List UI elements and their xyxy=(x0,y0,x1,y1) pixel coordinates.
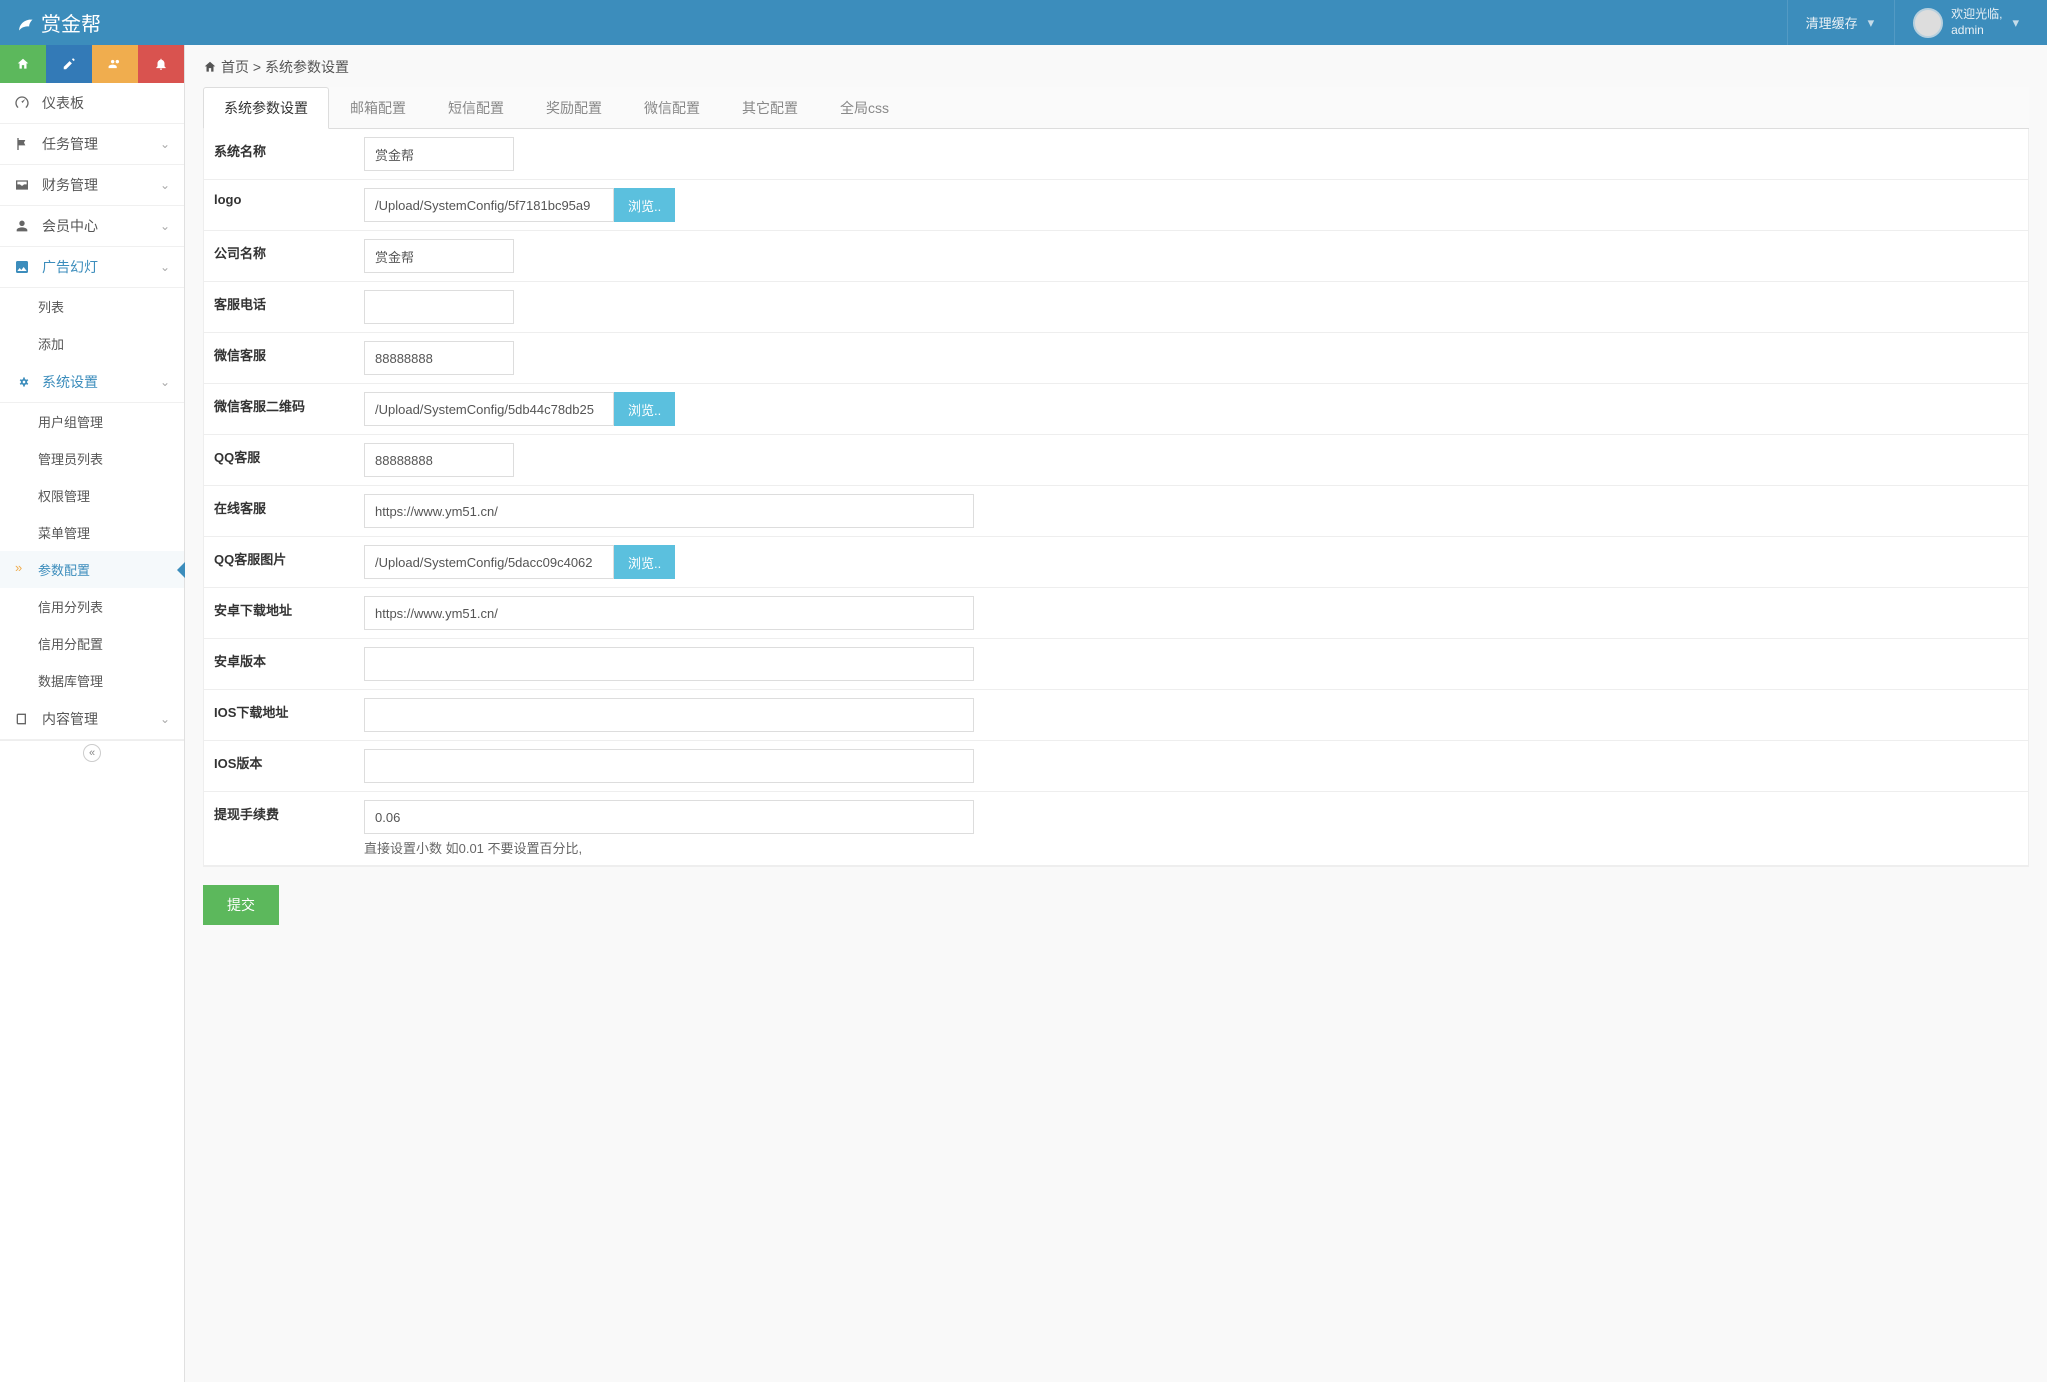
sidebar-item-content[interactable]: 内容管理 ⌄ xyxy=(0,699,184,740)
label-fee: 提现手续费 xyxy=(204,792,354,865)
sidebar-item-ads[interactable]: 广告幻灯 ⌄ xyxy=(0,247,184,288)
input-fee[interactable] xyxy=(364,800,974,834)
label-qqimg: QQ客服图片 xyxy=(204,537,354,587)
sidebar-item-finance[interactable]: 财务管理 ⌄ xyxy=(0,165,184,206)
label-qq: QQ客服 xyxy=(204,435,354,485)
chevron-down-icon: ⌄ xyxy=(160,712,170,726)
input-qqimg[interactable] xyxy=(364,545,614,579)
sidebar: 仪表板 任务管理 ⌄ 财务管理 ⌄ 会员中心 ⌄ 广告幻灯 ⌄ 列表 添加 系 xyxy=(0,45,185,1382)
top-header: 赏金帮 清理缓存 ▾ 欢迎光临, admin ▾ xyxy=(0,0,2047,45)
brand-logo[interactable]: 赏金帮 xyxy=(0,0,116,45)
label-sys-name: 系统名称 xyxy=(204,129,354,179)
sidebar-item-member[interactable]: 会员中心 ⌄ xyxy=(0,206,184,247)
welcome-text: 欢迎光临, admin xyxy=(1951,7,2002,38)
submit-button[interactable]: 提交 xyxy=(203,885,279,925)
dashboard-icon xyxy=(14,95,34,111)
alert-button[interactable] xyxy=(138,45,184,83)
avatar xyxy=(1913,8,1943,38)
home-button[interactable] xyxy=(0,45,46,83)
label-phone: 客服电话 xyxy=(204,282,354,332)
user-menu[interactable]: 欢迎光临, admin ▾ xyxy=(1894,0,2037,45)
label-android-url: 安卓下载地址 xyxy=(204,588,354,638)
browse-logo-button[interactable]: 浏览.. xyxy=(614,188,675,222)
settings-form: 系统名称 logo 浏览.. 公司名称 客服电话 微信客服 xyxy=(203,129,2029,867)
tab-system[interactable]: 系统参数设置 xyxy=(203,87,329,129)
sidebar-item-ads-add[interactable]: 添加 xyxy=(0,325,184,362)
sidebar-item-params[interactable]: 参数配置 xyxy=(0,551,184,588)
leaf-icon xyxy=(15,13,35,33)
brand-text: 赏金帮 xyxy=(41,8,101,37)
user-icon xyxy=(14,218,34,234)
chevron-down-icon: ⌄ xyxy=(160,260,170,274)
sidebar-item-creditconfig[interactable]: 信用分配置 xyxy=(0,625,184,662)
image-icon xyxy=(14,259,34,275)
users-button[interactable] xyxy=(92,45,138,83)
tab-reward[interactable]: 奖励配置 xyxy=(525,87,623,129)
edit-button[interactable] xyxy=(46,45,92,83)
breadcrumb: 首页 > 系统参数设置 xyxy=(203,57,2029,77)
sidebar-item-tasks[interactable]: 任务管理 ⌄ xyxy=(0,124,184,165)
inbox-icon xyxy=(14,177,34,193)
caret-down-icon: ▾ xyxy=(2012,15,2019,31)
clear-cache-button[interactable]: 清理缓存 ▾ xyxy=(1787,0,1893,45)
label-ios-url: IOS下载地址 xyxy=(204,690,354,740)
browse-qqimg-button[interactable]: 浏览.. xyxy=(614,545,675,579)
label-android-ver: 安卓版本 xyxy=(204,639,354,689)
breadcrumb-current: 系统参数设置 xyxy=(265,57,349,77)
input-logo[interactable] xyxy=(364,188,614,222)
input-android-ver[interactable] xyxy=(364,647,974,681)
tab-css[interactable]: 全局css xyxy=(819,87,910,129)
sidebar-item-permission[interactable]: 权限管理 xyxy=(0,477,184,514)
caret-down-icon: ▾ xyxy=(1868,15,1875,31)
browse-wechat-qr-button[interactable]: 浏览.. xyxy=(614,392,675,426)
input-ios-ver[interactable] xyxy=(364,749,974,783)
label-logo: logo xyxy=(204,180,354,230)
chevron-down-icon: ⌄ xyxy=(160,137,170,151)
main-content: 首页 > 系统参数设置 系统参数设置 邮箱配置 短信配置 奖励配置 微信配置 其… xyxy=(185,45,2047,1382)
sidebar-item-dbmgmt[interactable]: 数据库管理 xyxy=(0,662,184,699)
label-wechat-qr: 微信客服二维码 xyxy=(204,384,354,434)
collapse-sidebar-button[interactable]: « xyxy=(83,744,101,762)
input-sys-name[interactable] xyxy=(364,137,514,171)
sidebar-item-usergroup[interactable]: 用户组管理 xyxy=(0,403,184,440)
sidebar-item-adminlist[interactable]: 管理员列表 xyxy=(0,440,184,477)
input-phone[interactable] xyxy=(364,290,514,324)
label-ios-ver: IOS版本 xyxy=(204,741,354,791)
label-wechat: 微信客服 xyxy=(204,333,354,383)
tabs: 系统参数设置 邮箱配置 短信配置 奖励配置 微信配置 其它配置 全局css xyxy=(203,87,2029,129)
quick-buttons xyxy=(0,45,184,83)
header-right: 清理缓存 ▾ 欢迎光临, admin ▾ xyxy=(1787,0,2037,45)
sidebar-item-dashboard[interactable]: 仪表板 xyxy=(0,83,184,124)
input-ios-url[interactable] xyxy=(364,698,974,732)
label-online: 在线客服 xyxy=(204,486,354,536)
chevron-down-icon: ⌄ xyxy=(160,219,170,233)
tab-sms[interactable]: 短信配置 xyxy=(427,87,525,129)
input-company[interactable] xyxy=(364,239,514,273)
gear-icon xyxy=(14,374,34,390)
chevron-down-icon: ⌄ xyxy=(160,178,170,192)
book-icon xyxy=(14,711,34,727)
input-qq[interactable] xyxy=(364,443,514,477)
fee-help-text: 直接设置小数 如0.01 不要设置百分比, xyxy=(364,838,2018,857)
tab-other[interactable]: 其它配置 xyxy=(721,87,819,129)
input-wechat[interactable] xyxy=(364,341,514,375)
breadcrumb-home[interactable]: 首页 xyxy=(221,57,249,77)
chevron-down-icon: ⌄ xyxy=(160,375,170,389)
home-icon xyxy=(203,60,217,74)
sidebar-item-creditlist[interactable]: 信用分列表 xyxy=(0,588,184,625)
sidebar-item-menu[interactable]: 菜单管理 xyxy=(0,514,184,551)
input-online[interactable] xyxy=(364,494,974,528)
input-wechat-qr[interactable] xyxy=(364,392,614,426)
label-company: 公司名称 xyxy=(204,231,354,281)
sidebar-item-system[interactable]: 系统设置 ⌄ xyxy=(0,362,184,403)
sidebar-item-ads-list[interactable]: 列表 xyxy=(0,288,184,325)
tab-email[interactable]: 邮箱配置 xyxy=(329,87,427,129)
flag-icon xyxy=(14,136,34,152)
input-android-url[interactable] xyxy=(364,596,974,630)
tab-wechat[interactable]: 微信配置 xyxy=(623,87,721,129)
